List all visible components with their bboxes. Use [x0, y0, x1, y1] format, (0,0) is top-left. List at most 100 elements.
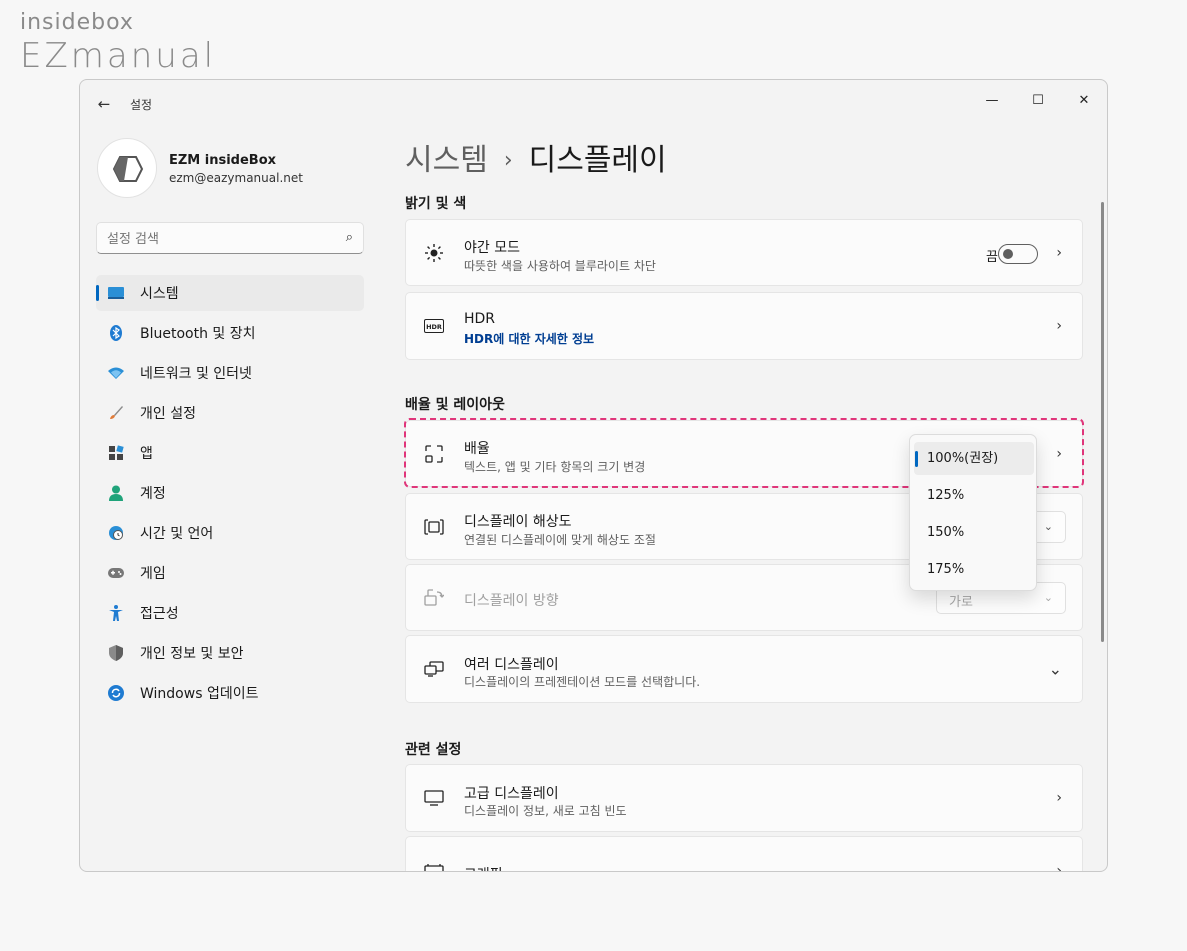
graphics-title: 그래픽: [464, 864, 503, 871]
toggle-knob: [1003, 249, 1013, 259]
sidebar-nav: 시스템 Bluetooth 및 장치 네트워크 및 인터넷 개인 설정 앱 계정…: [96, 275, 364, 715]
breadcrumb-system[interactable]: 시스템: [405, 143, 488, 178]
advanced-display-card[interactable]: 고급 디스플레이 디스플레이 정보, 새로 고침 빈도 ›: [405, 764, 1083, 832]
close-button[interactable]: ✕: [1061, 86, 1107, 116]
user-email: ezm@eazymanual.net: [169, 171, 303, 185]
settings-window: ← 설정 — ☐ ✕ EZM insideBox ezm@eazymanual.…: [79, 79, 1108, 872]
night-light-icon: [424, 243, 444, 263]
page-title: 시스템 › 디스플레이: [405, 135, 667, 179]
close-icon: ✕: [1078, 93, 1090, 108]
chevron-down-icon: ⌄: [1043, 591, 1053, 604]
gamepad-icon: [108, 565, 124, 581]
sidebar-item-label: 게임: [140, 566, 166, 582]
sidebar-item-label: Bluetooth 및 장치: [140, 326, 256, 342]
chevron-right-icon[interactable]: ›: [1056, 318, 1062, 334]
update-icon: [108, 685, 124, 701]
graphics-card[interactable]: 그래픽 ›: [405, 836, 1083, 871]
multiple-displays-card[interactable]: 여러 디스플레이 디스플레이의 프레젠테이션 모드를 선택합니다. ⌄: [405, 635, 1083, 703]
section-scale-layout: 배율 및 레이아웃: [405, 397, 505, 413]
hdr-icon-text: HDR: [426, 323, 442, 331]
chevron-right-icon[interactable]: ›: [1056, 245, 1062, 261]
breadcrumb-separator: ›: [503, 148, 513, 173]
night-light-card[interactable]: 야간 모드 따뜻한 색을 사용하여 블루라이트 차단 끔 ›: [405, 219, 1083, 286]
sidebar-item-label: 앱: [140, 446, 153, 462]
brand-watermark: insidebox EZmanual: [20, 10, 216, 76]
brush-icon: [108, 405, 124, 421]
chevron-down-icon: ⌄: [1043, 520, 1053, 533]
sidebar-item-label: 네트워크 및 인터넷: [140, 366, 252, 382]
scale-option-100[interactable]: 100%(권장): [914, 442, 1034, 475]
brand-top: insidebox: [20, 10, 134, 35]
sidebar-item-label: 개인 정보 및 보안: [140, 646, 244, 662]
chevron-down-icon[interactable]: ⌄: [1049, 660, 1062, 679]
night-light-toggle-label: 끔: [986, 250, 998, 265]
hexagon-logo-icon: [112, 156, 144, 182]
sidebar-item-label: 시간 및 언어: [140, 526, 214, 542]
multiple-displays-subtitle: 디스플레이의 프레젠테이션 모드를 선택합니다.: [464, 675, 701, 689]
night-light-subtitle: 따뜻한 색을 사용하여 블루라이트 차단: [464, 259, 656, 273]
chevron-right-icon[interactable]: ›: [1056, 790, 1062, 806]
sidebar-item-label: 계정: [140, 486, 166, 502]
orientation-select-value: 가로: [949, 595, 973, 610]
minimize-button[interactable]: —: [969, 86, 1015, 116]
sidebar-item-system[interactable]: 시스템: [96, 275, 364, 311]
hdr-info-link[interactable]: HDR에 대한 자세한 정보: [464, 330, 594, 347]
sidebar-item-apps[interactable]: 앱: [96, 435, 364, 471]
multiple-displays-title: 여러 디스플레이: [464, 657, 559, 673]
wifi-icon: [108, 365, 124, 381]
scale-option-150[interactable]: 150%: [914, 516, 1034, 549]
section-brightness-color: 밝기 및 색: [405, 196, 467, 212]
arrow-left-icon: ←: [97, 95, 111, 113]
avatar[interactable]: [97, 138, 157, 198]
monitor-outline-icon: [424, 788, 444, 808]
bluetooth-icon: [108, 325, 124, 341]
sidebar-item-network[interactable]: 네트워크 및 인터넷: [96, 355, 364, 391]
multiple-displays-icon: [424, 659, 444, 679]
orientation-title: 디스플레이 방향: [464, 593, 559, 609]
orientation-icon: [424, 588, 444, 608]
advanced-display-title: 고급 디스플레이: [464, 786, 559, 802]
sidebar-item-label: 접근성: [140, 606, 179, 622]
search-icon[interactable]: ⌕: [346, 230, 353, 245]
advanced-display-subtitle: 디스플레이 정보, 새로 고침 빈도: [464, 804, 627, 818]
sidebar-item-gaming[interactable]: 게임: [96, 555, 364, 591]
graphics-icon: [424, 861, 444, 871]
back-button[interactable]: ←: [94, 94, 114, 114]
sidebar-item-accessibility[interactable]: 접근성: [96, 595, 364, 631]
minimize-icon: —: [985, 93, 999, 108]
accessibility-icon: [108, 605, 124, 621]
scale-dropdown-menu: 100%(권장) 125% 150% 175%: [909, 434, 1037, 591]
hdr-title: HDR: [464, 311, 496, 327]
sidebar-item-time-language[interactable]: 시간 및 언어: [96, 515, 364, 551]
resolution-title: 디스플레이 해상도: [464, 514, 572, 530]
search-input[interactable]: [107, 229, 327, 249]
maximize-button[interactable]: ☐: [1015, 86, 1061, 116]
night-light-toggle[interactable]: [998, 244, 1038, 264]
sidebar-item-bluetooth[interactable]: Bluetooth 및 장치: [96, 315, 364, 351]
scale-option-175[interactable]: 175%: [914, 553, 1034, 586]
vertical-scrollbar[interactable]: [1101, 202, 1104, 642]
sidebar-item-privacy[interactable]: 개인 정보 및 보안: [96, 635, 364, 671]
apps-icon: [108, 445, 124, 461]
hdr-icon: HDR: [424, 316, 444, 336]
person-icon: [108, 485, 124, 501]
hdr-card[interactable]: HDR HDR HDR에 대한 자세한 정보 ›: [405, 292, 1083, 360]
sidebar-item-personalization[interactable]: 개인 설정: [96, 395, 364, 431]
maximize-icon: ☐: [1032, 93, 1044, 108]
section-related-settings: 관련 설정: [405, 742, 462, 758]
resolution-subtitle: 연결된 디스플레이에 맞게 해상도 조절: [464, 533, 656, 547]
brand-bottom: EZmanual: [20, 36, 217, 76]
title-bar: ← 설정 — ☐ ✕: [80, 80, 1107, 128]
sidebar-item-label: 개인 설정: [140, 406, 196, 422]
sidebar-item-windows-update[interactable]: Windows 업데이트: [96, 675, 364, 711]
sidebar-item-label: 시스템: [140, 286, 179, 302]
breadcrumb-current: 디스플레이: [528, 143, 667, 178]
search-box[interactable]: ⌕: [96, 222, 364, 254]
sidebar-item-accounts[interactable]: 계정: [96, 475, 364, 511]
scale-option-125[interactable]: 125%: [914, 479, 1034, 512]
app-title: 설정: [130, 98, 153, 112]
resolution-icon: [424, 517, 444, 537]
chevron-right-icon[interactable]: ›: [1056, 863, 1062, 871]
user-name: EZM insideBox: [169, 153, 277, 168]
globe-clock-icon: [108, 525, 124, 541]
